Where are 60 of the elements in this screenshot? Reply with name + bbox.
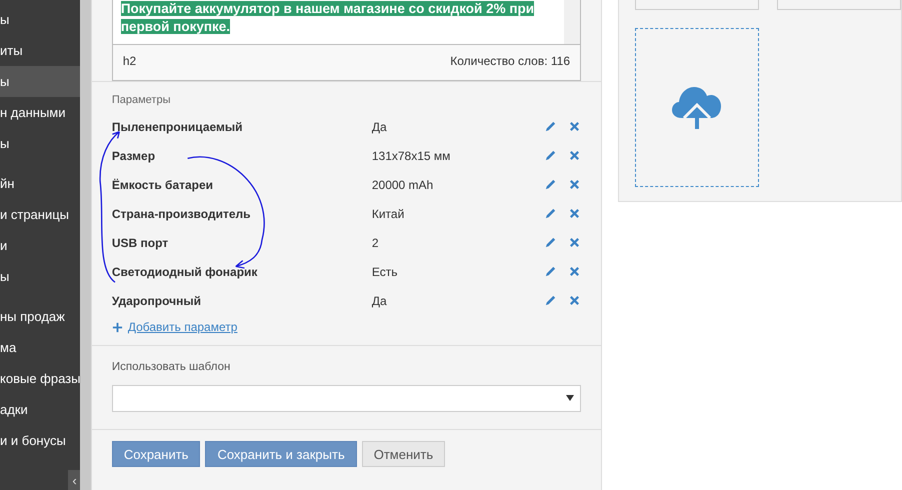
- sidebar-item[interactable]: и: [0, 230, 80, 261]
- parameter-value: 2: [372, 236, 380, 250]
- pencil-icon[interactable]: [544, 294, 557, 307]
- pencil-icon[interactable]: [544, 207, 557, 220]
- cancel-button[interactable]: Отменить: [362, 441, 446, 467]
- sidebar-item[interactable]: ны продаж: [0, 301, 80, 332]
- close-icon[interactable]: [568, 236, 581, 249]
- parameter-value: Есть: [372, 264, 398, 278]
- pencil-icon[interactable]: [544, 265, 557, 278]
- highlighted-text: первой покупке.: [120, 19, 230, 34]
- parameter-name: Ёмкость батареи: [112, 178, 214, 192]
- sidebar-item[interactable]: ма: [0, 332, 80, 363]
- close-icon[interactable]: [568, 149, 581, 162]
- parameter-name: Страна-производитель: [112, 206, 252, 220]
- editor-scrollbar[interactable]: [564, 0, 580, 44]
- text-editor[interactable]: Покупайте аккумулятор в нашем магазине со скидкой 2% при первой покупке. h2 Количество слов: 116: [112, 0, 581, 81]
- highlighted-text: Покупайте аккумулятор в нашем магазине со скидкой 2% при: [120, 1, 534, 16]
- caret-icon: [566, 395, 574, 401]
- sidebar-item[interactable]: йн: [0, 168, 80, 199]
- parameter-name: Светодиодный фонарик: [112, 264, 258, 278]
- parameter-name: Пыленепроницаемый: [112, 120, 244, 134]
- pencil-icon[interactable]: [544, 236, 557, 249]
- sidebar-item[interactable]: ы: [0, 4, 80, 35]
- parameter-name: Ударопрочный: [112, 294, 202, 308]
- element-path: h2: [122, 54, 136, 68]
- parameter-value: 20000 mAh: [372, 178, 434, 192]
- close-icon[interactable]: [568, 178, 581, 191]
- close-icon[interactable]: [568, 294, 581, 307]
- sidebar-item[interactable]: ы: [0, 128, 80, 159]
- scrollbar[interactable]: [80, 0, 91, 490]
- sidebar-item[interactable]: ковые фразы: [0, 363, 80, 394]
- section-title: Параметры: [112, 94, 172, 106]
- pencil-icon[interactable]: [544, 178, 557, 191]
- image-thumbnail[interactable]: [777, 0, 901, 10]
- sidebar-item[interactable]: иты: [0, 35, 80, 66]
- close-icon[interactable]: [568, 265, 581, 278]
- sidebar-item[interactable]: и и бонусы: [0, 425, 80, 456]
- sidebar-item[interactable]: ы: [0, 261, 80, 292]
- pencil-icon[interactable]: [544, 120, 557, 133]
- sidebar-item[interactable]: и страницы: [0, 199, 80, 230]
- sidebar-item[interactable]: адки: [0, 394, 80, 425]
- parameter-value: 131x78x15 мм: [372, 148, 452, 162]
- plus-icon: [112, 322, 123, 332]
- sidebar-item[interactable]: н данными: [0, 97, 80, 128]
- word-count: Количество слов: 116: [450, 54, 570, 68]
- cloud-upload-icon: [672, 86, 722, 130]
- sidebar-item[interactable]: ы: [0, 66, 80, 97]
- close-icon[interactable]: [568, 207, 581, 220]
- close-icon[interactable]: [568, 120, 581, 133]
- parameter-name: Размер: [112, 148, 156, 162]
- collapse-button[interactable]: ‹: [68, 470, 80, 490]
- pencil-icon[interactable]: [544, 149, 557, 162]
- parameter-value: Да: [372, 120, 388, 134]
- parameter-value: Китай: [372, 206, 406, 220]
- parameter-name: USB порт: [112, 236, 170, 250]
- image-thumbnail[interactable]: [635, 0, 759, 10]
- parameter-value: Да: [372, 294, 388, 308]
- field-label: Использовать шаблон: [112, 361, 232, 373]
- add-parameter-link[interactable]: Добавить параметр: [128, 320, 238, 334]
- upload-dropzone[interactable]: [635, 28, 759, 187]
